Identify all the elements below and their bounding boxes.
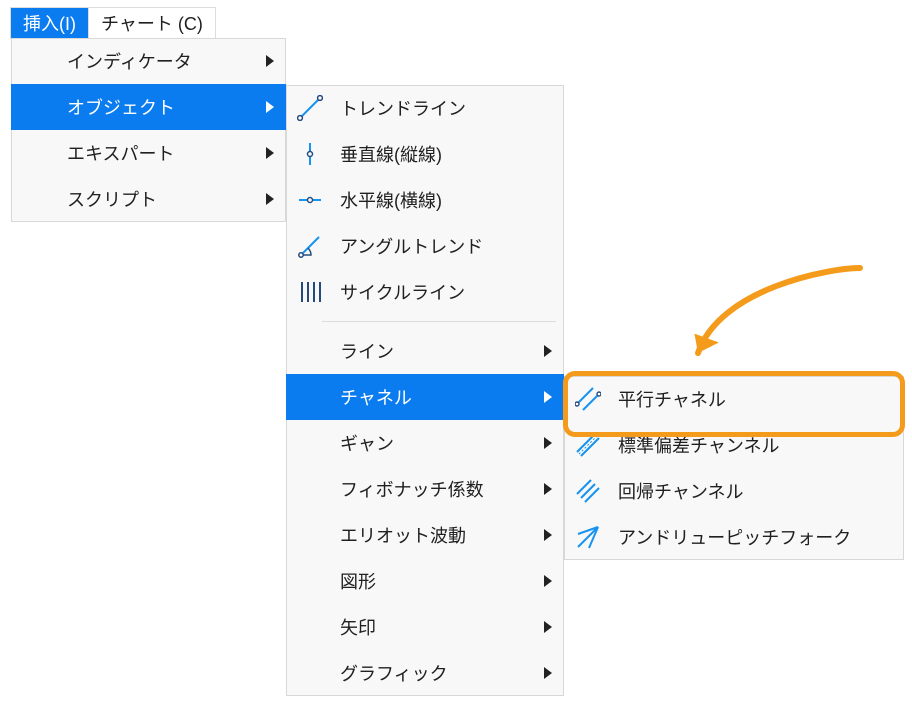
menu-channel: 平行チャネル 標準偏差チャンネル 回帰チャンネル アンドリューピッチフォーク	[564, 376, 904, 560]
pitchfork-icon	[564, 524, 612, 550]
menu-item-cycle-line-label: サイクルライン	[334, 279, 556, 305]
submenu-arrow-icon	[262, 55, 278, 67]
menu-item-scripts[interactable]: スクリプト	[11, 176, 286, 222]
menu-item-indicators-label: インディケータ	[11, 48, 262, 74]
submenu-arrow-icon	[262, 101, 278, 113]
angle-trend-icon	[286, 233, 334, 259]
trendline-icon	[286, 95, 334, 121]
tab-insert[interactable]: 挿入(I)	[11, 8, 88, 38]
menu-item-shapes-label: 図形	[334, 568, 540, 594]
menu-item-gann-label: ギャン	[334, 430, 540, 456]
menu-item-gann[interactable]: ギャン	[286, 420, 564, 466]
menu-item-line-label: ライン	[334, 338, 540, 364]
submenu-arrow-icon	[540, 483, 556, 495]
menu-item-shapes[interactable]: 図形	[286, 558, 564, 604]
menu-item-line[interactable]: ライン	[286, 328, 564, 374]
menu-item-horizontal-line-label: 水平線(横線)	[334, 187, 556, 213]
submenu-arrow-icon	[540, 575, 556, 587]
submenu-arrow-icon	[540, 391, 556, 403]
cycle-line-icon	[286, 279, 334, 305]
menu-insert: インディケータ オブジェクト エキスパート スクリプト	[11, 38, 286, 222]
menu-item-objects[interactable]: オブジェクト	[11, 84, 286, 130]
menu-item-vertical-line-label: 垂直線(縦線)	[334, 141, 556, 167]
vertical-line-icon	[286, 141, 334, 167]
submenu-arrow-icon	[540, 437, 556, 449]
menu-item-andrews-pitchfork[interactable]: アンドリューピッチフォーク	[564, 514, 904, 560]
menu-item-horizontal-line[interactable]: 水平線(横線)	[286, 177, 564, 223]
menu-item-regression-channel-label: 回帰チャンネル	[612, 478, 896, 504]
menu-separator	[322, 321, 556, 322]
menu-item-indicators[interactable]: インディケータ	[11, 38, 286, 84]
stddev-channel-icon	[564, 432, 612, 458]
menu-item-channel[interactable]: チャネル	[286, 374, 564, 420]
parallel-channel-icon	[564, 386, 612, 412]
menu-item-trendline[interactable]: トレンドライン	[286, 85, 564, 131]
tab-insert-label: 挿入(I)	[23, 10, 76, 36]
menu-item-scripts-label: スクリプト	[11, 186, 262, 212]
menu-item-parallel-channel-label: 平行チャネル	[612, 386, 896, 412]
menu-objects: トレンドライン 垂直線(縦線) 水平線(横線) アングルトレンド サイクルライン…	[286, 85, 564, 696]
menu-item-channel-label: チャネル	[334, 384, 540, 410]
horizontal-line-icon	[286, 187, 334, 213]
menu-item-stddev-channel[interactable]: 標準偏差チャンネル	[564, 422, 904, 468]
menu-item-vertical-line[interactable]: 垂直線(縦線)	[286, 131, 564, 177]
menu-item-elliott-label: エリオット波動	[334, 522, 540, 548]
submenu-arrow-icon	[540, 667, 556, 679]
menu-item-andrews-pitchfork-label: アンドリューピッチフォーク	[612, 524, 896, 550]
menu-item-graphic-label: グラフィック	[334, 660, 540, 686]
menu-item-objects-label: オブジェクト	[11, 94, 262, 120]
annotation-arrow-icon	[680, 258, 880, 378]
submenu-arrow-icon	[540, 621, 556, 633]
menu-item-arrows[interactable]: 矢印	[286, 604, 564, 650]
menu-item-graphic[interactable]: グラフィック	[286, 650, 564, 696]
tab-chart[interactable]: チャート (C)	[88, 8, 215, 38]
submenu-arrow-icon	[540, 529, 556, 541]
menu-item-stddev-channel-label: 標準偏差チャンネル	[612, 432, 896, 458]
menu-item-regression-channel[interactable]: 回帰チャンネル	[564, 468, 904, 514]
menu-item-experts-label: エキスパート	[11, 140, 262, 166]
menu-item-trendline-label: トレンドライン	[334, 95, 556, 121]
menu-item-experts[interactable]: エキスパート	[11, 130, 286, 176]
regression-channel-icon	[564, 478, 612, 504]
menu-item-elliott[interactable]: エリオット波動	[286, 512, 564, 558]
menu-item-fibonacci[interactable]: フィボナッチ係数	[286, 466, 564, 512]
menu-item-angle-trend[interactable]: アングルトレンド	[286, 223, 564, 269]
menu-item-parallel-channel[interactable]: 平行チャネル	[564, 376, 904, 422]
submenu-arrow-icon	[262, 147, 278, 159]
tab-chart-label: チャート (C)	[101, 10, 203, 36]
menubar: 挿入(I) チャート (C)	[11, 8, 215, 38]
menu-item-angle-trend-label: アングルトレンド	[334, 233, 556, 259]
menu-item-arrows-label: 矢印	[334, 614, 540, 640]
submenu-arrow-icon	[540, 345, 556, 357]
submenu-arrow-icon	[262, 193, 278, 205]
menu-item-fibonacci-label: フィボナッチ係数	[334, 476, 540, 502]
menu-item-cycle-line[interactable]: サイクルライン	[286, 269, 564, 315]
